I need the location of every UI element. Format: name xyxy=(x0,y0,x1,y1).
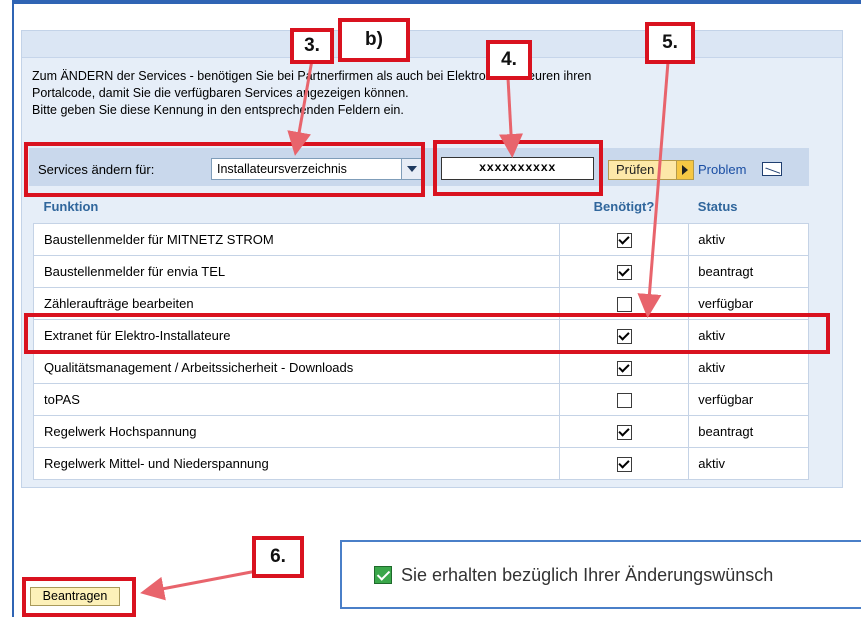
callout-5: 5. xyxy=(645,22,695,64)
callout-3: 3. xyxy=(290,28,334,64)
arrow-5 xyxy=(637,61,670,318)
annotation-arrows xyxy=(140,59,670,601)
arrow-3 xyxy=(287,59,314,156)
callout-6: 6. xyxy=(252,536,304,578)
callout-b: b) xyxy=(338,18,410,62)
arrow-4 xyxy=(499,77,524,158)
arrow-6 xyxy=(140,568,263,601)
callout-4: 4. xyxy=(486,40,532,80)
